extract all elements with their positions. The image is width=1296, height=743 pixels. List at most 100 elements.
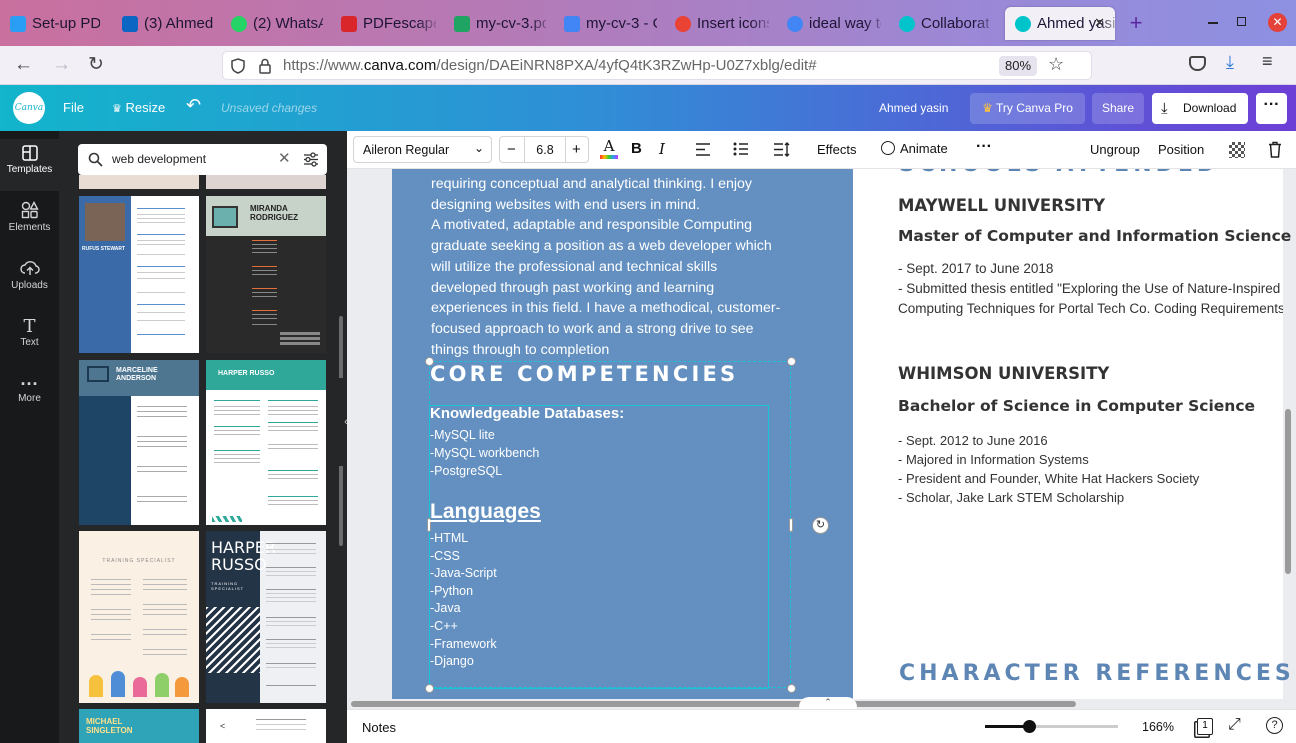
position-button[interactable]: Position [1158,142,1204,157]
fullscreen-icon[interactable]: ⤢ [1228,716,1241,734]
menu-hamburger-icon[interactable]: ≡ [1262,51,1273,72]
resize-handle[interactable] [425,684,434,693]
browser-tab[interactable]: PDFescape [339,7,436,40]
browser-tab-active[interactable]: Ahmed yasin✕ [1005,7,1115,40]
template-thumb-partial[interactable] [206,175,326,189]
file-menu[interactable]: File [63,100,84,115]
page-count-icon[interactable]: 1 [1197,718,1213,735]
university-2-name[interactable]: WHIMSON UNIVERSITY [898,364,1109,383]
bullet-list-icon[interactable] [733,142,749,156]
vertical-scrollbar[interactable] [1285,409,1291,574]
zoom-badge[interactable]: 80% [999,56,1037,76]
browser-tab[interactable]: Insert icons [673,7,769,40]
browser-tab[interactable]: ideal way to [785,7,881,40]
ungroup-button[interactable]: Ungroup [1090,142,1140,157]
back-icon[interactable]: ← [14,54,33,76]
template-thumb[interactable]: RUFUS STEWART [79,196,199,353]
line-spacing-icon[interactable] [773,142,791,157]
degree-1[interactable]: Master of Computer and Information Scien… [898,227,1291,245]
resize-handle[interactable] [787,684,796,693]
template-photo [85,203,125,241]
search-input[interactable]: web development ✕ [78,144,327,175]
window-minimize-icon[interactable] [1208,22,1218,24]
download-button[interactable]: ⤓ Download [1152,93,1248,124]
align-left-icon[interactable] [695,143,711,156]
template-thumb[interactable]: HARPER RUSSO [206,360,326,525]
effects-button[interactable]: Effects [817,142,857,157]
databases-list[interactable]: -MySQL lite -MySQL workbench -PostgreSQL [430,426,539,480]
resize-handle[interactable] [789,518,793,532]
notes-button[interactable]: Notes [362,720,396,735]
clear-search-icon[interactable]: ✕ [278,149,291,167]
bottom-bar: Notes 166% 1 ⤢ ? [347,709,1296,743]
bold-icon[interactable]: B [631,140,642,157]
font-size-stepper[interactable]: − 6.8 + [499,136,589,163]
template-thumb[interactable]: MICHAEL SINGLETON [79,709,199,743]
window-close-icon[interactable]: ✕ [1268,13,1287,32]
horizontal-scrollbar[interactable] [351,701,1076,707]
rotate-handle-icon[interactable]: ↻ [812,517,829,534]
template-thumb[interactable]: MARCELINE ANDERSON [79,360,199,525]
degree-2[interactable]: Bachelor of Science in Computer Science [898,397,1255,415]
template-thumb[interactable]: TRAINING SPECIALIST [79,531,199,703]
italic-icon[interactable]: I [659,140,665,158]
template-thumb[interactable]: < [206,709,326,743]
rail-text[interactable]: T Text [0,317,59,369]
user-name[interactable]: Ahmed yasin [879,101,948,115]
more-toolbar-icon[interactable]: ··· [976,138,992,156]
browser-tab[interactable]: my-cv-3 - Google Docs [562,7,657,40]
reload-icon[interactable]: ↻ [88,53,104,76]
schools-heading[interactable]: SCHOOLS ATTENDED [899,169,1219,177]
references-heading[interactable]: CHARACTER REFERENCES [899,661,1295,686]
browser-tab[interactable]: (3) Ahmed yasin | LinkedIn [120,7,213,40]
close-tab-icon[interactable]: ✕ [1094,15,1105,31]
share-button[interactable]: Share [1092,93,1144,124]
pocket-icon[interactable] [1189,56,1206,71]
canva-logo[interactable]: Canva [13,92,45,124]
browser-tab[interactable]: (2) WhatsApp [229,7,323,40]
bookmark-star-icon[interactable]: ☆ [1048,54,1064,75]
rail-templates[interactable]: Templates [0,139,59,191]
resize-handle[interactable] [787,357,796,366]
filter-sliders-icon[interactable] [303,152,319,167]
template-thumb[interactable]: HARPER RUSSO TRAINING SPECIALIST [206,531,326,703]
university-2-details[interactable]: - Sept. 2012 to June 2016 - Majored in In… [898,431,1283,507]
decrease-size-button[interactable]: − [507,141,516,158]
template-thumb[interactable]: MIRANDA RODRIGUEZ [206,196,326,353]
template-thumb-partial[interactable] [79,175,199,189]
rail-more[interactable]: ··· More [0,375,59,427]
window-maximize-icon[interactable] [1237,17,1246,26]
core-competencies-heading[interactable]: CORE COMPETENCIES [430,362,738,386]
zoom-percentage[interactable]: 166% [1142,720,1174,734]
resize-button[interactable]: ♛ Resize [112,100,165,115]
more-options-button[interactable]: ··· [1256,93,1287,124]
downloads-icon[interactable]: ⤓ [1226,52,1234,73]
browser-tab[interactable]: my-cv-3.pdf [452,7,546,40]
font-size-value[interactable]: 6.8 [525,143,565,157]
languages-heading[interactable]: Languages [430,500,541,524]
font-family-select[interactable]: Aileron Regular ⌄ [353,136,492,163]
trash-icon[interactable] [1268,141,1282,158]
databases-heading[interactable]: Knowledgeable Databases: [430,405,624,422]
forward-icon[interactable]: → [52,54,71,76]
animate-button[interactable]: Animate [881,141,948,156]
rail-elements[interactable]: Elements [0,201,59,253]
university-1-name[interactable]: MAYWELL UNIVERSITY [898,196,1105,215]
undo-icon[interactable]: ↶ [186,95,201,116]
zoom-slider[interactable] [985,720,1118,733]
browser-tab[interactable]: Set-up PDFescape [8,7,100,40]
summary-text[interactable]: requiring conceptual and analytical thin… [431,174,801,360]
transparency-icon[interactable] [1229,142,1245,158]
url-bar[interactable]: https://www.canva.com/design/DAEiNRN8PXA… [222,51,1092,80]
help-icon[interactable]: ? [1266,717,1283,734]
zoom-slider-knob[interactable] [1022,720,1036,733]
new-tab-button[interactable]: + [1126,11,1146,35]
show-pages-tab[interactable]: ⌃ [799,697,857,709]
text-color-icon[interactable]: A [600,137,618,161]
rail-uploads[interactable]: Uploads [0,259,59,311]
languages-list[interactable]: -HTML -CSS -Java-Script -Python -Java -C++ -Fr… [430,530,497,671]
browser-tab[interactable]: Collaborate [897,7,989,40]
university-1-details[interactable]: - Sept. 2017 to June 2018 - Submitted the… [898,259,1283,319]
increase-size-button[interactable]: + [572,141,581,158]
try-pro-button[interactable]: ♛ Try Canva Pro [970,93,1085,124]
